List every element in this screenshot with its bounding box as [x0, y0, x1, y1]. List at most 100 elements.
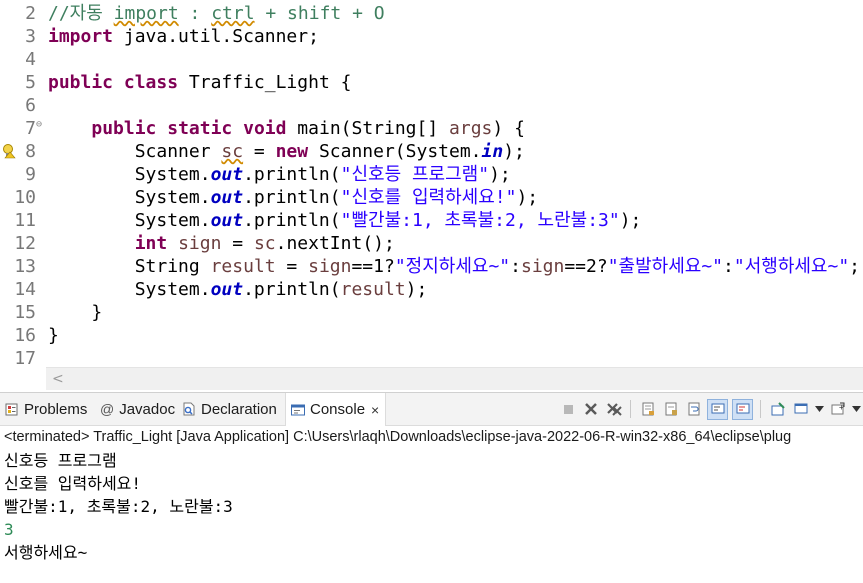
- code-line[interactable]: 14 System.out.println(result);: [0, 278, 863, 301]
- code-line[interactable]: 12 int sign = sc.nextInt();: [0, 232, 863, 255]
- console-output-line: 신호등 프로그램: [4, 451, 117, 470]
- fold-toggle-icon[interactable]: ⊖: [36, 120, 42, 130]
- code-token: "신호등 프로그램": [340, 164, 490, 185]
- tab-javadoc[interactable]: @ Javadoc: [100, 393, 175, 425]
- svg-text:+: +: [839, 403, 844, 412]
- console-output-line: 신호를 입력하세요!: [4, 474, 142, 493]
- code-token: Scanner: [48, 141, 222, 162]
- terminate-icon[interactable]: [558, 400, 577, 419]
- code-token: "정지하세요~": [394, 256, 511, 277]
- console-view: Problems @ Javadoc Declaration Console ×: [0, 392, 863, 583]
- declaration-icon: [181, 401, 197, 417]
- code-token: sign: [520, 256, 565, 277]
- code-text: Scanner sc = new Scanner(System.in);: [48, 140, 525, 163]
- code-text: public class Traffic_Light {: [48, 71, 351, 94]
- tab-declaration[interactable]: Declaration: [181, 393, 277, 425]
- chevron-down-icon[interactable]: [814, 400, 824, 419]
- code-token: //자동: [48, 3, 114, 24]
- code-token: String: [48, 256, 211, 277]
- close-icon[interactable]: ×: [371, 402, 379, 418]
- warning-lightbulb-icon[interactable]: [2, 143, 16, 159]
- code-token: result: [210, 256, 276, 277]
- code-text: //자동 import : ctrl + shift + O: [48, 2, 385, 25]
- code-line[interactable]: 6: [0, 94, 863, 117]
- code-line[interactable]: 5 public class Traffic_Light {: [0, 71, 863, 94]
- console-output-line: 서행하세요~: [4, 543, 88, 562]
- scroll-left-arrow-icon[interactable]: <: [52, 368, 64, 390]
- tab-javadoc-label: Javadoc: [119, 400, 176, 418]
- horizontal-scrollbar[interactable]: <: [46, 367, 863, 390]
- code-line[interactable]: 16}: [0, 324, 863, 347]
- tab-problems[interactable]: Problems: [4, 393, 87, 425]
- code-line[interactable]: 4: [0, 48, 863, 71]
- code-text: }: [48, 301, 102, 324]
- display-selected-console-icon[interactable]: [791, 400, 810, 419]
- tab-console[interactable]: Console ×: [285, 393, 387, 426]
- process-status-label: <terminated> Traffic_Light [Java Applica…: [4, 429, 792, 445]
- code-token: .nextInt();: [275, 233, 395, 254]
- code-token: ==2?: [564, 256, 608, 277]
- code-token: System.: [48, 279, 211, 300]
- code-line[interactable]: 9 System.out.println("신호등 프로그램");: [0, 163, 863, 186]
- code-token: sc: [221, 141, 244, 162]
- code-token: );: [405, 279, 428, 300]
- code-token: ;: [849, 256, 861, 277]
- code-text: int sign = sc.nextInt();: [48, 232, 395, 255]
- code-line[interactable]: 2 //자동 import : ctrl + shift + O: [0, 2, 863, 25]
- code-token: "신호를 입력하세요!": [340, 187, 517, 208]
- line-number: 11: [14, 210, 36, 231]
- code-line[interactable]: 15 }: [0, 301, 863, 324]
- code-token: int: [134, 233, 168, 254]
- clear-console-icon[interactable]: [638, 400, 657, 419]
- line-number: 5: [25, 72, 36, 93]
- line-number: 4: [25, 49, 36, 70]
- code-text: public static void main(String[] args) {: [48, 117, 525, 140]
- tab-console-label: Console: [310, 401, 366, 418]
- code-line[interactable]: 10 System.out.println("신호를 입력하세요!");: [0, 186, 863, 209]
- code-token: class: [123, 72, 179, 93]
- scroll-lock-icon[interactable]: [661, 400, 680, 419]
- show-console-on-stdout-icon[interactable]: [707, 398, 728, 420]
- code-text: import java.util.Scanner;: [48, 25, 319, 48]
- tab-problems-label: Problems: [24, 400, 88, 418]
- code-line[interactable]: 11 System.out.println("빨간불:1, 초록불:2, 노란불…: [0, 209, 863, 232]
- code-token: out: [210, 210, 244, 231]
- line-number: 14: [14, 279, 36, 300]
- code-token: ) {: [492, 118, 525, 139]
- code-token: void: [243, 118, 287, 139]
- code-token: System.: [48, 210, 211, 231]
- code-token: Scanner(System.: [308, 141, 482, 162]
- code-token: main(String[]: [286, 118, 450, 139]
- console-toolbar: +: [558, 397, 861, 421]
- console-output[interactable]: 신호등 프로그램 신호를 입력하세요! 빨간불:1, 초록불:2, 노란불:3 3 서행…: [4, 449, 863, 564]
- pin-console-icon[interactable]: [768, 400, 787, 419]
- code-line[interactable]: 13 String result = sign==1?"정지하세요~":sign…: [0, 255, 863, 278]
- line-number: 10: [14, 187, 36, 208]
- code-line[interactable]: 3 import java.util.Scanner;: [0, 25, 863, 48]
- code-token: static: [167, 118, 233, 139]
- code-line[interactable]: 8 Scanner sc = new Scanner(System.in);: [0, 140, 863, 163]
- open-console-icon[interactable]: +: [828, 400, 847, 419]
- word-wrap-icon[interactable]: [684, 400, 703, 419]
- chevron-down-icon[interactable]: [851, 400, 861, 419]
- code-line[interactable]: 7 ⊖ public static void main(String[] args…: [0, 117, 863, 140]
- code-token: :: [178, 3, 212, 24]
- console-input-line: 3: [4, 520, 14, 539]
- code-token: new: [275, 141, 309, 162]
- javadoc-icon: @: [100, 401, 115, 417]
- code-token: + shift + O: [254, 3, 385, 24]
- remove-launch-icon[interactable]: [581, 400, 600, 419]
- remove-all-terminated-icon[interactable]: [604, 400, 623, 419]
- code-editor[interactable]: 2 //자동 import : ctrl + shift + O 3 import j…: [0, 0, 863, 392]
- tab-declaration-label: Declaration: [201, 400, 277, 418]
- code-token: System.: [48, 187, 211, 208]
- show-console-on-stderr-icon[interactable]: [732, 398, 753, 420]
- code-token: .println(: [243, 279, 341, 300]
- code-token: in: [481, 141, 504, 162]
- code-token: out: [210, 187, 244, 208]
- line-number: 17: [14, 348, 36, 369]
